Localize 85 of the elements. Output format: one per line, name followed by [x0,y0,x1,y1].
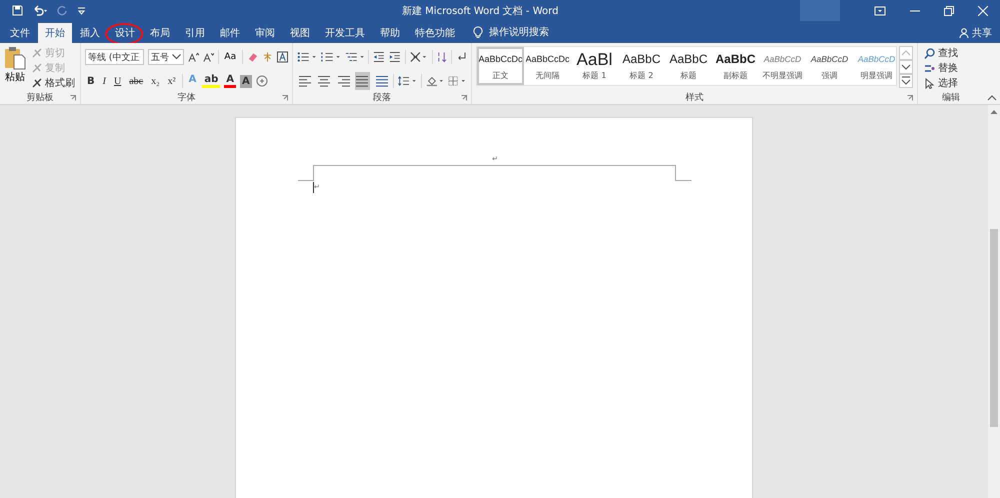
undo-icon[interactable] [32,5,48,16]
person-icon [959,28,969,38]
ribbon-tab[interactable]: 帮助 [373,23,407,43]
shrink-font-icon[interactable] [202,51,214,63]
eraser-icon[interactable] [247,51,258,63]
launcher-icon[interactable] [70,94,76,100]
scrollbar-thumb[interactable] [990,229,998,427]
ribbon-tab[interactable]: 邮件 [213,23,247,43]
group-label: 样式 [686,92,704,104]
format-button[interactable]: x₂ [149,76,162,86]
expand-gallery-icon[interactable] [899,74,913,88]
save-icon[interactable] [12,5,23,16]
style-item[interactable]: AaBbCcD 强调 [806,47,853,85]
font-name-dropdown[interactable]: 等线 (中文正 [85,49,144,65]
format-button[interactable]: I [100,76,108,86]
pointer-icon [924,78,935,88]
replace-icon [924,62,935,74]
search-icon [924,48,935,58]
style-item[interactable]: AaBbC 副标题 [712,47,759,85]
font-size-dropdown[interactable]: 五号 [148,49,184,65]
character-border-icon[interactable] [277,51,288,63]
launcher-icon[interactable] [282,94,288,100]
ribbon-tab[interactable]: 插入 [73,23,107,43]
color-button[interactable]: A [224,74,236,88]
editing-button[interactable]: 替换 [922,61,980,75]
color-button[interactable]: ab [202,74,220,88]
close-icon[interactable] [978,6,988,16]
editing-button[interactable]: 选择 [922,76,980,90]
editing-button[interactable]: 查找 [922,46,980,60]
lightbulb-icon [473,26,483,39]
color-button[interactable]: A [240,74,252,88]
ribbon-tab[interactable]: 文件 [3,23,37,43]
shading-icon[interactable] [426,75,444,87]
format-button[interactable]: B [85,76,97,86]
numbered-list-icon[interactable] [320,51,341,63]
vertical-scrollbar[interactable] [988,105,1000,498]
group-label: 段落 [373,92,391,104]
scroll-down-icon[interactable] [899,60,913,74]
text-cursor [313,182,314,192]
bullet-list-icon[interactable] [297,51,317,63]
enclose-character-icon[interactable] [256,75,268,87]
paste-button[interactable]: 粘贴 [4,46,26,91]
caret-icon[interactable] [77,5,86,16]
window-title: 新建 Microsoft Word 文档 - Word [402,4,560,18]
share-button[interactable]: 共享 [951,23,1000,43]
ribbon-tab[interactable]: 设计 [108,23,142,43]
increase-indent-icon[interactable] [389,51,401,63]
style-item[interactable]: AaBbCcD 不明显强调 [759,47,806,85]
scroll-up-icon[interactable] [990,109,998,115]
style-item[interactable]: AaBbC 标题 [665,47,712,85]
ribbon-tab[interactable]: 布局 [143,23,177,43]
format-button[interactable]: U [112,76,124,86]
tell-me-search[interactable]: 操作说明搜索 [489,23,549,43]
justify-icon[interactable] [354,72,370,90]
clipboard-icon [4,46,26,70]
decrease-indent-icon[interactable] [373,51,385,63]
format-button[interactable]: x² [166,76,178,86]
paragraph-mark-icon[interactable] [456,51,468,63]
multilevel-list-icon[interactable] [344,51,364,63]
ribbon-tab[interactable]: 引用 [178,23,212,43]
restore-icon[interactable] [944,6,954,16]
format-button[interactable]: abc [127,76,146,86]
sort-icon[interactable] [436,51,448,63]
ribbon-tab[interactable]: 开始 [38,23,72,43]
launcher-icon[interactable] [461,94,467,100]
style-item[interactable]: AaBl 标题 1 [571,47,618,85]
clipboard-button[interactable]: 格式刷 [30,76,77,90]
ribbon-tab[interactable]: 开发工具 [318,23,372,43]
ribbon-tab[interactable]: 特色功能 [408,23,462,43]
launcher-icon[interactable] [907,94,913,100]
grow-font-icon[interactable] [188,51,198,63]
borders-icon[interactable] [448,75,467,87]
ribbon-tab[interactable]: 审阅 [248,23,282,43]
group-label: 字体 [178,92,196,104]
group-label: 编辑 [942,92,960,104]
ribbon-display-icon[interactable] [874,6,886,16]
group-label: 剪贴板 [26,92,54,104]
ribbon-tab[interactable]: 视图 [283,23,317,43]
style-item[interactable]: AaBbCcD 明显强调 [853,47,896,85]
change-case-button[interactable]: Aa [222,52,238,62]
collapse-ribbon-icon[interactable] [987,95,997,101]
style-item[interactable]: AaBbC 标题 2 [618,47,665,85]
line-spacing-icon[interactable] [398,75,417,87]
redo-icon[interactable] [57,5,68,16]
asian-layout-icon[interactable] [410,51,428,63]
